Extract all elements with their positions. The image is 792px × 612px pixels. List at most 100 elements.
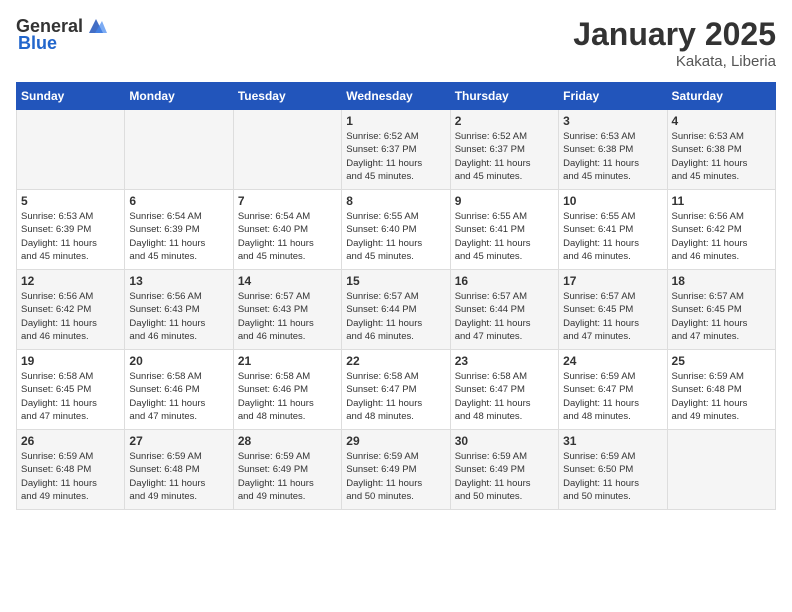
calendar-cell: 1Sunrise: 6:52 AM Sunset: 6:37 PM Daylig… (342, 110, 450, 190)
day-number: 28 (238, 434, 337, 448)
day-info: Sunrise: 6:54 AM Sunset: 6:39 PM Dayligh… (129, 210, 228, 263)
month-title: January 2025 (573, 16, 776, 53)
calendar-cell: 18 Sunrise: 6:57 AM Sunset: 6:45 PM Dayli… (667, 270, 775, 350)
weekday-header: Monday (125, 83, 233, 110)
day-number: 3 (563, 114, 662, 128)
day-number: 22 (346, 354, 445, 368)
day-info: Sunrise: 6:56 AM Sunset: 6:42 PM Dayligh… (672, 210, 771, 263)
calendar-cell: 3 Sunrise: 6:53 AM Sunset: 6:38 PM Daylig… (559, 110, 667, 190)
day-info: Sunrise: 6:59 AM Sunset: 6:47 PM Dayligh… (563, 370, 662, 423)
day-info: Sunrise: 6:58 AM Sunset: 6:46 PM Dayligh… (238, 370, 337, 423)
calendar-week-row: 12Sunrise: 6:56 AM Sunset: 6:42 PM Dayli… (17, 270, 776, 350)
day-info: Sunrise: 6:52 AM Sunset: 6:37 PM Dayligh… (455, 130, 554, 183)
day-info: Sunrise: 6:57 AM Sunset: 6:45 PM Dayligh… (672, 290, 771, 343)
calendar-cell: 31 Sunrise: 6:59 AM Sunset: 6:50 PM Dayli… (559, 430, 667, 510)
day-number: 5 (21, 194, 120, 208)
day-number: 20 (129, 354, 228, 368)
calendar-cell: 24 Sunrise: 6:59 AM Sunset: 6:47 PM Dayli… (559, 350, 667, 430)
day-number: 18 (672, 274, 771, 288)
calendar-cell: 4 Sunrise: 6:53 AM Sunset: 6:38 PM Daylig… (667, 110, 775, 190)
logo: General Blue (16, 16, 107, 54)
calendar-week-row: 19 Sunrise: 6:58 AM Sunset: 6:45 PM Dayli… (17, 350, 776, 430)
calendar-cell (17, 110, 125, 190)
day-info: Sunrise: 6:58 AM Sunset: 6:46 PM Dayligh… (129, 370, 228, 423)
page-header: General Blue January 2025 Kakata, Liberi… (16, 16, 776, 70)
logo-blue: Blue (18, 33, 57, 54)
day-number: 17 (563, 274, 662, 288)
weekday-header: Friday (559, 83, 667, 110)
calendar-cell (125, 110, 233, 190)
calendar-cell: 8Sunrise: 6:55 AM Sunset: 6:40 PM Daylig… (342, 190, 450, 270)
day-info: Sunrise: 6:54 AM Sunset: 6:40 PM Dayligh… (238, 210, 337, 263)
day-number: 31 (563, 434, 662, 448)
day-info: Sunrise: 6:59 AM Sunset: 6:49 PM Dayligh… (455, 450, 554, 503)
day-number: 21 (238, 354, 337, 368)
calendar-cell: 2 Sunrise: 6:52 AM Sunset: 6:37 PM Daylig… (450, 110, 558, 190)
day-info: Sunrise: 6:57 AM Sunset: 6:44 PM Dayligh… (346, 290, 445, 343)
day-number: 6 (129, 194, 228, 208)
calendar-cell: 23Sunrise: 6:58 AM Sunset: 6:47 PM Dayli… (450, 350, 558, 430)
weekday-header: Tuesday (233, 83, 341, 110)
day-info: Sunrise: 6:55 AM Sunset: 6:40 PM Dayligh… (346, 210, 445, 263)
day-number: 30 (455, 434, 554, 448)
day-number: 14 (238, 274, 337, 288)
calendar-cell: 7Sunrise: 6:54 AM Sunset: 6:40 PM Daylig… (233, 190, 341, 270)
day-info: Sunrise: 6:58 AM Sunset: 6:47 PM Dayligh… (455, 370, 554, 423)
logo-icon (85, 15, 107, 37)
day-info: Sunrise: 6:55 AM Sunset: 6:41 PM Dayligh… (563, 210, 662, 263)
calendar-cell: 25 Sunrise: 6:59 AM Sunset: 6:48 PM Dayli… (667, 350, 775, 430)
day-number: 19 (21, 354, 120, 368)
day-info: Sunrise: 6:53 AM Sunset: 6:38 PM Dayligh… (563, 130, 662, 183)
calendar-cell: 27Sunrise: 6:59 AM Sunset: 6:48 PM Dayli… (125, 430, 233, 510)
calendar-cell: 14Sunrise: 6:57 AM Sunset: 6:43 PM Dayli… (233, 270, 341, 350)
day-info: Sunrise: 6:56 AM Sunset: 6:43 PM Dayligh… (129, 290, 228, 343)
day-info: Sunrise: 6:59 AM Sunset: 6:49 PM Dayligh… (346, 450, 445, 503)
day-info: Sunrise: 6:58 AM Sunset: 6:47 PM Dayligh… (346, 370, 445, 423)
calendar-cell: 16Sunrise: 6:57 AM Sunset: 6:44 PM Dayli… (450, 270, 558, 350)
day-number: 10 (563, 194, 662, 208)
day-info: Sunrise: 6:59 AM Sunset: 6:50 PM Dayligh… (563, 450, 662, 503)
weekday-header: Saturday (667, 83, 775, 110)
day-number: 26 (21, 434, 120, 448)
calendar-cell: 29 Sunrise: 6:59 AM Sunset: 6:49 PM Dayli… (342, 430, 450, 510)
day-number: 24 (563, 354, 662, 368)
title-block: January 2025 Kakata, Liberia (573, 16, 776, 70)
day-number: 25 (672, 354, 771, 368)
day-number: 16 (455, 274, 554, 288)
calendar-cell: 30 Sunrise: 6:59 AM Sunset: 6:49 PM Dayli… (450, 430, 558, 510)
calendar-week-row: 5Sunrise: 6:53 AM Sunset: 6:39 PM Daylig… (17, 190, 776, 270)
calendar-cell: 20 Sunrise: 6:58 AM Sunset: 6:46 PM Dayli… (125, 350, 233, 430)
calendar-cell: 26 Sunrise: 6:59 AM Sunset: 6:48 PM Dayli… (17, 430, 125, 510)
calendar-cell: 9Sunrise: 6:55 AM Sunset: 6:41 PM Daylig… (450, 190, 558, 270)
day-number: 2 (455, 114, 554, 128)
calendar-table: SundayMondayTuesdayWednesdayThursdayFrid… (16, 82, 776, 510)
day-info: Sunrise: 6:58 AM Sunset: 6:45 PM Dayligh… (21, 370, 120, 423)
day-number: 29 (346, 434, 445, 448)
calendar-cell: 19 Sunrise: 6:58 AM Sunset: 6:45 PM Dayli… (17, 350, 125, 430)
calendar-week-row: 26 Sunrise: 6:59 AM Sunset: 6:48 PM Dayli… (17, 430, 776, 510)
calendar-cell: 17Sunrise: 6:57 AM Sunset: 6:45 PM Dayli… (559, 270, 667, 350)
day-number: 27 (129, 434, 228, 448)
calendar-week-row: 1Sunrise: 6:52 AM Sunset: 6:37 PM Daylig… (17, 110, 776, 190)
calendar-cell: 13 Sunrise: 6:56 AM Sunset: 6:43 PM Dayli… (125, 270, 233, 350)
calendar-cell: 28Sunrise: 6:59 AM Sunset: 6:49 PM Dayli… (233, 430, 341, 510)
day-info: Sunrise: 6:59 AM Sunset: 6:48 PM Dayligh… (21, 450, 120, 503)
calendar-cell (667, 430, 775, 510)
day-number: 12 (21, 274, 120, 288)
day-number: 11 (672, 194, 771, 208)
calendar-cell (233, 110, 341, 190)
calendar-cell: 22 Sunrise: 6:58 AM Sunset: 6:47 PM Dayli… (342, 350, 450, 430)
calendar-cell: 5Sunrise: 6:53 AM Sunset: 6:39 PM Daylig… (17, 190, 125, 270)
day-number: 4 (672, 114, 771, 128)
weekday-header: Thursday (450, 83, 558, 110)
weekday-header: Sunday (17, 83, 125, 110)
calendar-cell: 6 Sunrise: 6:54 AM Sunset: 6:39 PM Daylig… (125, 190, 233, 270)
day-info: Sunrise: 6:59 AM Sunset: 6:48 PM Dayligh… (672, 370, 771, 423)
calendar-cell: 15 Sunrise: 6:57 AM Sunset: 6:44 PM Dayli… (342, 270, 450, 350)
calendar-cell: 21 Sunrise: 6:58 AM Sunset: 6:46 PM Dayli… (233, 350, 341, 430)
day-number: 15 (346, 274, 445, 288)
day-number: 9 (455, 194, 554, 208)
day-info: Sunrise: 6:53 AM Sunset: 6:38 PM Dayligh… (672, 130, 771, 183)
day-info: Sunrise: 6:52 AM Sunset: 6:37 PM Dayligh… (346, 130, 445, 183)
day-number: 13 (129, 274, 228, 288)
